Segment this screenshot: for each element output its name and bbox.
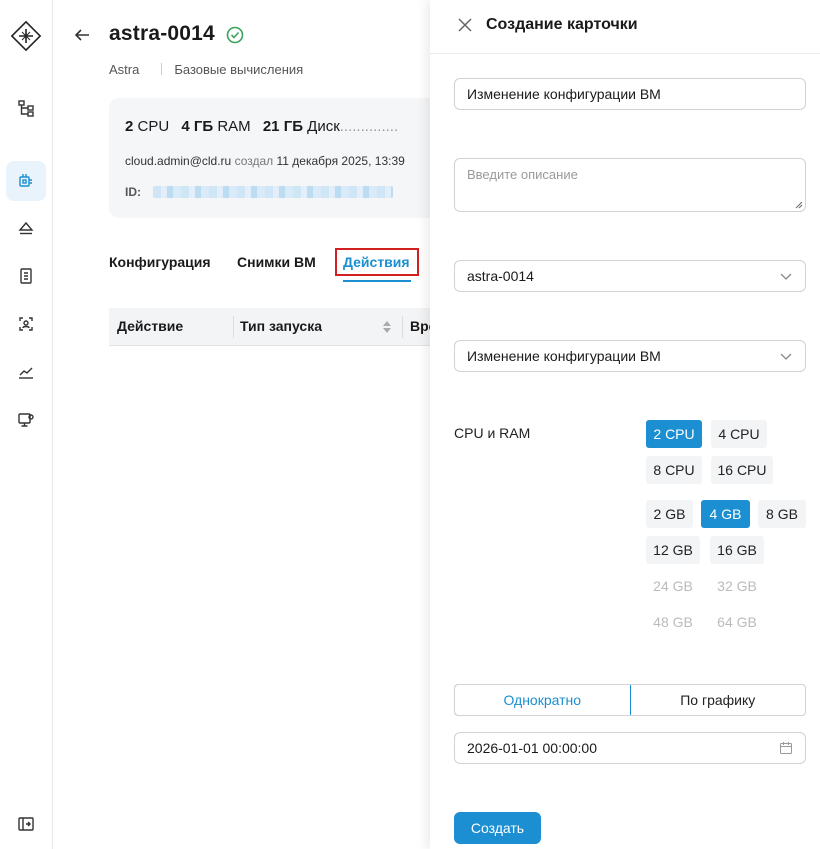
sidebar-expand-button[interactable] xyxy=(6,804,46,844)
description-textarea[interactable]: Введите описание xyxy=(454,158,806,212)
chart-line-icon xyxy=(19,367,33,379)
vm-id-row: ID: xyxy=(125,185,393,199)
vm-select-value: astra-0014 xyxy=(467,268,534,284)
vm-id-redacted xyxy=(153,186,393,198)
tab-snapshots[interactable]: Снимки ВМ xyxy=(237,250,316,274)
card-name-value: Изменение конфигурации ВМ xyxy=(467,86,661,102)
tab-configuration[interactable]: Конфигурация xyxy=(109,250,211,274)
page-title: astra-0014 xyxy=(109,22,215,45)
id-label: ID: xyxy=(125,185,141,199)
sidebar xyxy=(0,0,53,849)
card-name-input[interactable]: Изменение конфигурации ВМ xyxy=(454,78,806,110)
user-scan-icon xyxy=(19,317,33,331)
hierarchy-icon xyxy=(18,100,34,117)
compute-icon xyxy=(19,174,32,187)
disk-unit: Диск xyxy=(307,118,340,135)
ram-option-64gb: 64 GB xyxy=(717,614,757,630)
create-card-panel: Создание карточки Изменение конфигурации… xyxy=(430,0,820,849)
sidebar-item-hierarchy[interactable] xyxy=(6,88,46,128)
tab-active-indicator xyxy=(343,280,411,282)
ram-option-4gb[interactable]: 4 GB xyxy=(701,500,750,528)
vm-summary-card: 2 CPU 4 ГБ RAM 21 ГБ Диск.............. … xyxy=(109,98,430,218)
sidebar-item-documents[interactable] xyxy=(6,256,46,296)
column-divider xyxy=(233,316,234,338)
ram-option-2gb[interactable]: 2 GB xyxy=(646,500,693,528)
sidebar-item-monitoring[interactable] xyxy=(6,352,46,392)
creator-line: cloud.admin@cld.ru создал 11 декабря 202… xyxy=(125,154,405,168)
close-icon[interactable] xyxy=(456,16,474,34)
panel-header: Создание карточки xyxy=(430,0,820,54)
cpu-option-4[interactable]: 4 CPU xyxy=(711,420,767,448)
chevron-down-icon xyxy=(780,273,792,280)
cpu-option-8[interactable]: 8 CPU xyxy=(646,456,702,484)
datetime-value: 2026-01-01 00:00:00 xyxy=(467,740,597,756)
app-root: astra-0014 Astra Базовые вычисления 2 CPU… xyxy=(0,0,820,849)
datetime-input[interactable]: 2026-01-01 00:00:00 xyxy=(454,732,806,764)
ram-unit: RAM xyxy=(217,118,251,135)
dotted-leader: .............. xyxy=(339,118,399,135)
column-launch-type[interactable]: Тип запуска xyxy=(240,318,322,334)
ram-value: 4 ГБ xyxy=(181,118,214,135)
ram-option-48gb: 48 GB xyxy=(653,614,693,630)
creator-email: cloud.admin@cld.ru xyxy=(125,154,232,168)
calendar-icon[interactable] xyxy=(779,741,793,755)
breadcrumb: Astra Базовые вычисления xyxy=(109,62,303,77)
chevron-down-icon xyxy=(780,353,792,360)
column-action[interactable]: Действие xyxy=(117,318,183,334)
vm-specs: 2 CPU 4 ГБ RAM 21 ГБ Диск.............. xyxy=(125,118,398,135)
column-divider xyxy=(402,316,403,338)
created-date: 11 декабря 2025, 13:39 xyxy=(276,154,405,168)
eject-icon xyxy=(18,221,34,235)
service-label: Базовые вычисления xyxy=(174,62,304,77)
ram-option-12gb[interactable]: 12 GB xyxy=(646,536,700,564)
create-button[interactable]: Создать xyxy=(454,812,541,844)
cpu-option-2[interactable]: 2 CPU xyxy=(646,420,702,448)
monitor-settings-icon xyxy=(18,413,34,427)
status-ok-icon xyxy=(226,26,244,44)
schedule-once-button[interactable]: Однократно xyxy=(455,685,631,715)
document-list-icon xyxy=(20,268,32,284)
expand-sidebar-icon xyxy=(18,817,34,831)
cpu-value: 2 xyxy=(125,118,134,135)
cpu-option-16[interactable]: 16 CPU xyxy=(711,456,773,484)
panel-title: Создание карточки xyxy=(486,16,638,33)
sidebar-item-storage[interactable] xyxy=(6,208,46,248)
cpu-ram-label: CPU и RAM xyxy=(454,425,531,441)
cpu-unit: CPU xyxy=(137,118,170,135)
schedule-recurring-button[interactable]: По графику xyxy=(631,685,806,715)
column-time[interactable]: Вре xyxy=(410,318,430,334)
sidebar-item-compute[interactable] xyxy=(6,161,46,201)
main-content: astra-0014 Astra Базовые вычисления 2 CPU… xyxy=(53,0,430,849)
sidebar-item-desktop[interactable] xyxy=(6,400,46,440)
action-select-value: Изменение конфигурации ВМ xyxy=(467,348,661,364)
divider xyxy=(161,63,163,75)
ram-option-16gb[interactable]: 16 GB xyxy=(710,536,764,564)
table-header: Действие Тип запуска Вре xyxy=(109,308,430,346)
description-placeholder: Введите описание xyxy=(467,167,578,182)
action-select[interactable]: Изменение конфигурации ВМ xyxy=(454,340,806,372)
ram-option-32gb: 32 GB xyxy=(717,578,757,594)
sort-icon[interactable] xyxy=(382,319,392,335)
ram-option-8gb[interactable]: 8 GB xyxy=(758,500,806,528)
tab-actions-highlight xyxy=(335,248,419,276)
disk-value: 21 ГБ xyxy=(262,118,303,135)
os-label: Astra xyxy=(109,62,140,77)
back-arrow-icon[interactable] xyxy=(71,24,93,46)
ram-option-24gb: 24 GB xyxy=(653,578,693,594)
created-label: создал xyxy=(234,154,274,168)
vm-select[interactable]: astra-0014 xyxy=(454,260,806,292)
logo-icon[interactable] xyxy=(6,14,46,58)
sidebar-item-access[interactable] xyxy=(6,304,46,344)
resize-handle-icon[interactable] xyxy=(795,201,803,209)
schedule-type-toggle: Однократно По графику xyxy=(454,684,806,716)
